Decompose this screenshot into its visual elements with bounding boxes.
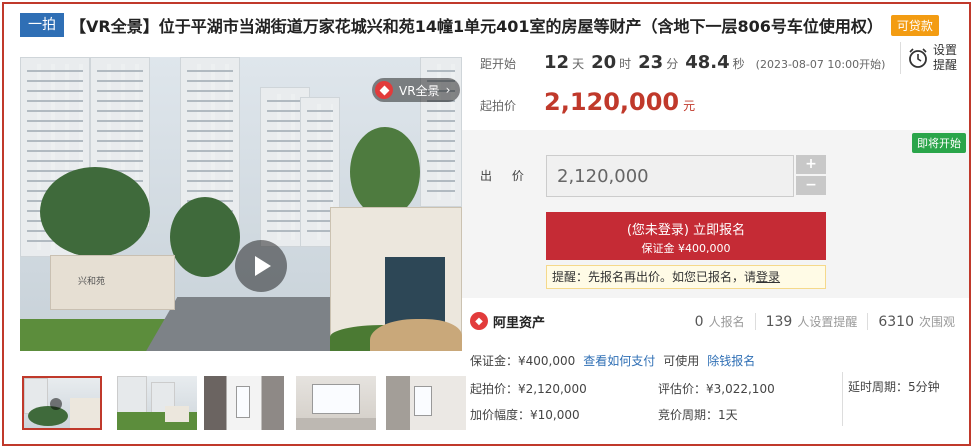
days-unit: 天 <box>572 57 585 71</box>
ali-logo-icon: ◆ <box>470 312 488 330</box>
reminder-label: 人设置提醒 <box>797 314 858 329</box>
decrease-bid-button[interactable]: − <box>796 176 826 195</box>
price-unit: 元 <box>683 99 696 113</box>
thumbnail-2[interactable] <box>117 376 197 430</box>
stats: 0 人报名 139 人设置提醒 6310 次围观 <box>685 312 965 330</box>
minutes-unit: 分 <box>666 57 679 71</box>
signup-count: 0 <box>694 313 704 330</box>
item-title: 【VR全景】位于平湖市当湖街道万家花城兴和苑14幢1单元401室的房屋等财产（含… <box>70 17 883 36</box>
platform-logo: ◆ 阿里资产 <box>470 312 545 331</box>
how-to-pay-link[interactable]: 查看如何支付 <box>583 352 655 369</box>
platform-row: ◆ 阿里资产 0 人报名 139 人设置提醒 6310 次围观 <box>470 305 965 337</box>
signup-deposit-label: 保证金 ¥400,000 <box>641 242 731 255</box>
countdown-days: 12 <box>544 52 570 73</box>
deposit-row: 保证金：¥400,000 查看如何支付 可使用 除钱报名 <box>470 352 755 369</box>
thumbnail-5[interactable] <box>386 376 466 430</box>
play-icon <box>255 256 271 276</box>
set-reminder-button[interactable]: 设置 提醒 <box>900 42 960 74</box>
stat-views: 6310 次围观 <box>867 312 965 330</box>
entrance-sign: 兴和苑 <box>78 277 106 287</box>
detail-delay: 延时周期：5分钟 <box>848 380 940 394</box>
can-use-text: 可使用 <box>663 354 700 368</box>
thumbnail-1[interactable] <box>22 376 102 430</box>
thumbnail-4[interactable] <box>296 376 376 430</box>
quick-signup-link[interactable]: 除钱报名 <box>707 352 755 369</box>
vr-label: VR全景 <box>399 83 440 98</box>
detail-increment: 加价幅度：¥10,000 <box>470 408 580 422</box>
chevron-right-icon: › <box>445 83 451 97</box>
countdown-label: 距开始 <box>480 57 517 71</box>
alarm-clock-icon <box>909 48 927 68</box>
countdown-minutes: 23 <box>638 52 664 73</box>
countdown: 距开始 12 天 20 时 23 分 48.4 秒 (2023-08-07 10… <box>480 52 885 78</box>
detail-bid-period: 竞价周期：1天 <box>658 408 738 422</box>
login-link[interactable]: 登录 <box>756 270 780 284</box>
start-time-note: (2023-08-07 10:00开始) <box>755 58 886 71</box>
signup-main-label: (您未登录) 立即报名 <box>626 223 746 238</box>
reminder-line2: 提醒 <box>933 58 958 72</box>
countdown-hours: 20 <box>591 52 617 73</box>
loan-badge: 可贷款 <box>890 14 939 36</box>
view-label: 次围观 <box>918 314 955 329</box>
detail-appraisal: 评估价：¥3,022,100 <box>658 382 775 396</box>
vr-panorama-button[interactable]: VR全景 › <box>372 78 460 102</box>
play-video-button[interactable] <box>235 240 287 292</box>
start-price-value: 2,120,000 <box>544 88 680 116</box>
start-price-row: 起拍价 2,120,000 元 <box>480 88 695 116</box>
increase-bid-button[interactable]: + <box>796 155 826 174</box>
seconds-unit: 秒 <box>732 57 745 71</box>
countdown-seconds: 48.4 <box>685 52 730 73</box>
tip-text: 提醒：先报名再出价。如您已报名，请 <box>552 270 757 284</box>
view-count: 6310 <box>878 313 914 330</box>
divider <box>842 372 843 426</box>
detail-start-price: 起拍价：¥2,120,000 <box>470 382 587 396</box>
status-badge: 即将开始 <box>912 133 966 153</box>
thumbnail-3[interactable] <box>204 376 284 430</box>
bid-label: 出 价 <box>480 169 532 183</box>
reminder-count: 139 <box>765 313 793 330</box>
bid-amount-input[interactable] <box>546 155 794 197</box>
stat-reminders: 139 人设置提醒 <box>754 312 868 330</box>
entrance-wall <box>50 255 175 310</box>
title-row: 一拍 【VR全景】位于平湖市当湖街道万家花城兴和苑14幢1单元401室的房屋等财… <box>20 12 939 38</box>
deposit-text: 保证金：¥400,000 <box>470 354 576 368</box>
signup-button[interactable]: (您未登录) 立即报名 保证金 ¥400,000 <box>546 212 826 260</box>
hours-unit: 时 <box>619 57 632 71</box>
signup-label: 人报名 <box>708 314 745 329</box>
platform-name: 阿里资产 <box>493 315 546 331</box>
stat-signups: 0 人报名 <box>685 313 755 330</box>
reminder-line1: 设置 <box>933 43 958 57</box>
auction-round-tag: 一拍 <box>20 13 64 37</box>
start-price-label: 起拍价 <box>480 99 517 113</box>
vr-icon <box>375 81 393 99</box>
login-tip: 提醒：先报名再出价。如您已报名，请登录 <box>546 265 826 289</box>
